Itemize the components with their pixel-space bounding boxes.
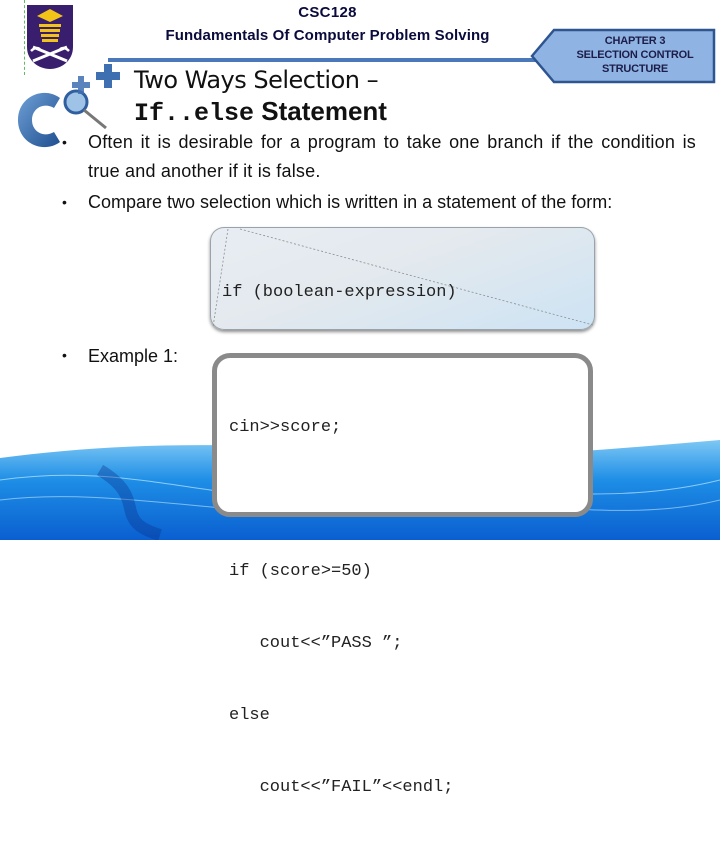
chapter-label-line: CHAPTER 3 [604,35,666,47]
chapter-label-line: SELECTION CONTROL [576,49,694,61]
code-line: cout<<”PASS ”; [229,634,403,653]
header-divider [108,58,538,62]
code-line: cin>>score; [229,418,342,437]
syntax-form-box: if (boolean-expression) statement-1; els… [210,227,595,518]
bullet-list: Often it is desirable for a program to t… [56,128,696,219]
code-line: if (score>=50) [229,562,372,581]
bullet-item: Often it is desirable for a program to t… [56,128,696,186]
chapter-label-line: STRUCTURE [601,63,669,75]
slide-title-code: If..else [134,99,255,128]
code-line: if (boolean-expression) [222,283,457,302]
example-label: Example 1: [56,346,178,367]
code-line: else [229,706,270,725]
example-code-box: cin>>score; if (score>=50) cout<<”PASS ”… [212,353,593,797]
example-code: cin>>score; if (score>=50) cout<<”PASS ”… [229,368,453,848]
course-code: CSC128 [298,4,357,21]
slide-title-line2: If..else Statement [134,96,387,128]
course-name: Fundamentals Of Computer Problem Solving [165,27,490,44]
code-line: cout<<”FAIL”<<endl; [229,778,454,797]
chapter-label: CHAPTER 3 SELECTION CONTROL STRUCTURE [556,34,714,76]
slide-title-text: Statement [254,96,387,126]
slide-title-line1: Two Ways Selection – [134,66,379,94]
bullet-item: Compare two selection which is written i… [56,188,696,217]
